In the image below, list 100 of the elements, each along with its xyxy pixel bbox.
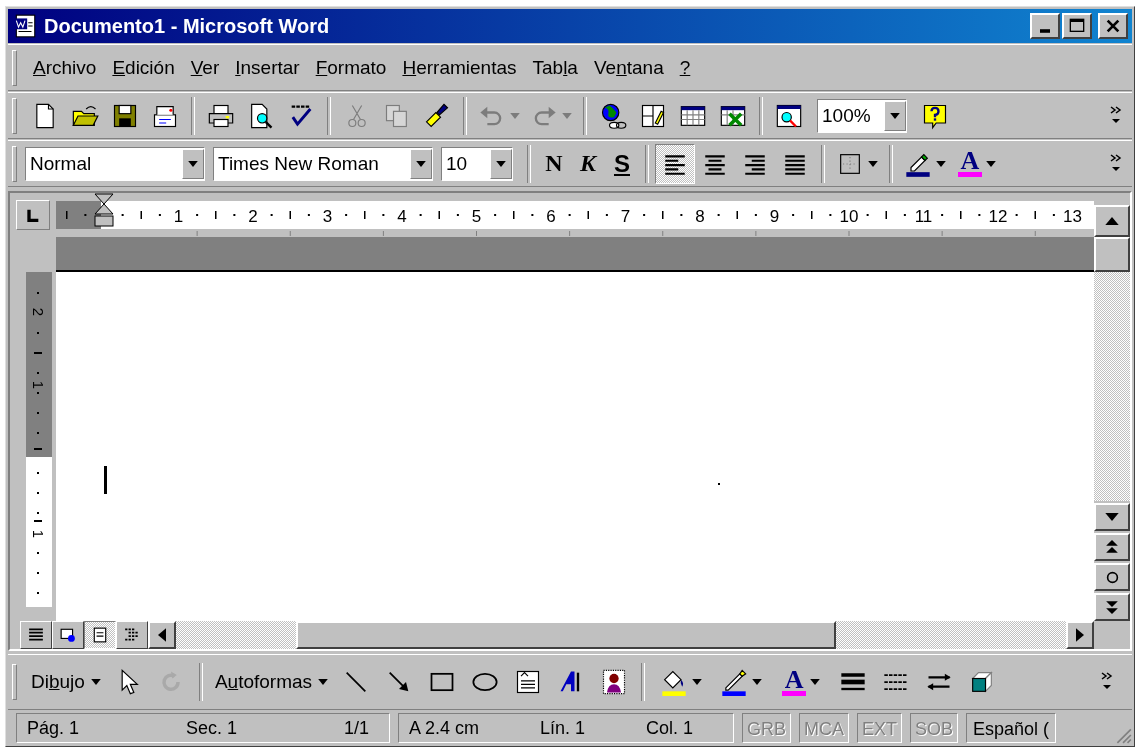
next-page-button[interactable]	[1094, 593, 1130, 621]
caret-icon	[90, 679, 101, 685]
ruler-number: 3	[322, 207, 333, 226]
menu-item[interactable]: Archivo	[25, 52, 105, 83]
tab-selector-button[interactable]	[16, 200, 50, 230]
document-icon	[12, 13, 38, 39]
ruler-number: 10	[839, 207, 859, 226]
caret-icon	[188, 160, 198, 167]
ruler-number: 12	[988, 207, 1008, 226]
web-page-icon	[60, 627, 76, 643]
ruler-number: 8	[695, 207, 705, 226]
caret-icon	[986, 160, 997, 167]
scroll-down-button[interactable]	[1094, 503, 1130, 531]
menu-item[interactable]: ?	[671, 52, 699, 83]
italic-button[interactable]: K	[571, 143, 605, 184]
scroll-left-button[interactable]	[148, 621, 176, 649]
ruler-number: 5	[471, 207, 482, 226]
ruler-number: 1	[30, 380, 47, 390]
status-text: Pág. 1	[27, 717, 80, 739]
browse-object-button[interactable]	[1094, 563, 1130, 591]
caret-icon	[890, 112, 900, 119]
ruler-number: 2	[248, 207, 258, 226]
caret-icon	[810, 679, 821, 685]
page-layout-icon	[92, 627, 108, 643]
draw-menu[interactable]: Dibujo	[25, 667, 107, 697]
caret-icon	[868, 160, 878, 167]
status-text: A 2.4 cm	[409, 717, 480, 739]
ruler-number: 1	[173, 207, 184, 226]
status-text: 1/1	[343, 717, 369, 739]
status-text: Lín. 1	[539, 717, 585, 739]
status-text: Sec. 1	[186, 717, 237, 739]
maximize-icon	[1069, 18, 1085, 34]
down-arrow-icon	[1105, 513, 1119, 521]
scroll-up-button[interactable]	[1094, 205, 1130, 237]
ruler-number: 2	[30, 307, 47, 317]
horizontal-scroll-thumb[interactable]	[296, 621, 836, 649]
font-color-button[interactable]: A	[771, 662, 832, 702]
double-down-arrow-icon	[1106, 600, 1118, 614]
double-up-arrow-icon	[1106, 540, 1118, 554]
style-field[interactable]: Normal	[25, 146, 205, 181]
outline-view-button[interactable]	[116, 621, 148, 649]
right-arrow-icon	[1076, 628, 1084, 642]
ruler-number: 13	[1063, 207, 1082, 226]
menu-item[interactable]: Ver	[182, 52, 228, 83]
paintbrush-icon	[423, 101, 451, 130]
ruler-number: 7	[620, 207, 631, 226]
zoom-field[interactable]: 100%	[817, 98, 907, 133]
font-color-button[interactable]: A	[951, 143, 1003, 184]
pen-icon	[720, 668, 749, 696]
paint-bucket-icon	[660, 668, 689, 696]
align-left-button[interactable]	[655, 143, 695, 184]
left-arrow-icon	[158, 628, 166, 642]
maximize-button[interactable]	[1062, 13, 1092, 39]
previous-page-button[interactable]	[1094, 533, 1130, 561]
ruler-number: 11	[914, 207, 933, 226]
autoshapes-menu[interactable]: Autoformas	[208, 667, 335, 697]
font-size-field[interactable]: 10	[441, 146, 513, 181]
underline-button[interactable]: S	[605, 143, 639, 184]
scroll-right-button[interactable]	[1066, 621, 1094, 649]
indent-marker[interactable]	[94, 193, 114, 227]
caret-icon	[496, 160, 506, 167]
menu-item[interactable]: Edición	[104, 52, 183, 83]
bold-button[interactable]: N	[537, 143, 571, 184]
resize-grip-icon	[1114, 726, 1132, 744]
outline-icon	[124, 627, 140, 643]
vertical-scroll-thumb[interactable]	[1094, 237, 1130, 272]
circle-icon	[1105, 570, 1119, 584]
status-text: Col. 1	[645, 717, 693, 739]
font-field[interactable]: Times New Roman	[213, 146, 433, 181]
lines-icon	[28, 627, 44, 643]
print-layout-button[interactable]	[84, 621, 116, 649]
up-arrow-icon	[1105, 217, 1119, 225]
caret-icon	[936, 160, 946, 167]
caret-icon	[562, 112, 572, 119]
ruler-number: 4	[397, 207, 407, 226]
ruler-number: 1	[30, 529, 47, 539]
window-title: Documento1 - Microsoft Word	[44, 14, 330, 38]
text-cursor	[104, 466, 107, 494]
close-icon	[1105, 18, 1121, 34]
language-indicator: Español (	[966, 713, 1057, 743]
dot-mark	[718, 483, 720, 485]
menu-item[interactable]: Herramientas	[394, 52, 525, 83]
minimize-button[interactable]	[1030, 13, 1060, 39]
caret-icon	[752, 679, 763, 685]
web-view-button[interactable]	[52, 621, 84, 649]
normal-view-button[interactable]	[20, 621, 52, 649]
ruler-number: 6	[546, 207, 556, 226]
caret-icon	[416, 160, 426, 167]
ruler-number: 9	[769, 207, 780, 226]
close-button[interactable]	[1098, 13, 1128, 39]
globe-icon	[599, 101, 627, 130]
caret-icon	[692, 679, 703, 685]
menu-item[interactable]: Ventana	[585, 52, 672, 83]
left-tab-icon	[25, 207, 41, 223]
menu-item[interactable]: Formato	[307, 52, 395, 83]
menu-item[interactable]: Tabla	[524, 52, 586, 83]
minimize-icon	[1040, 29, 1050, 33]
caret-icon	[510, 112, 520, 119]
menu-item[interactable]: Insertar	[227, 52, 308, 83]
caret-icon	[318, 679, 329, 685]
